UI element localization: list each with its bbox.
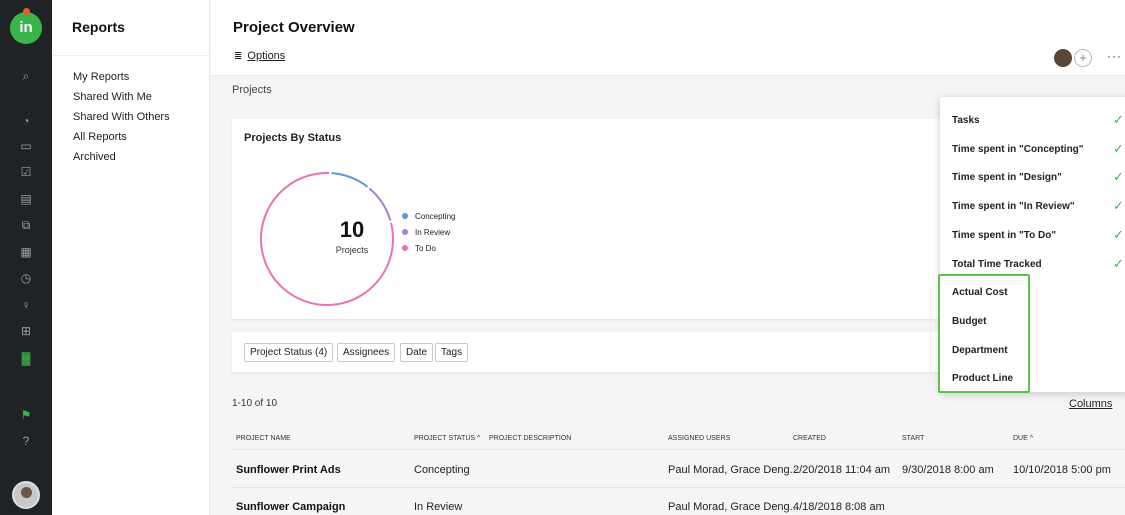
donut-label: Projects [335,245,369,255]
cell-start: 9/30/2018 8:00 am [902,464,994,476]
sidebar-item-my-reports[interactable]: My Reports [73,70,170,85]
donut-slice-concepting[interactable] [331,172,369,188]
tasks-icon[interactable]: ☑ [0,161,52,183]
col-header-project-status[interactable]: Project Status ^ [414,435,480,442]
divider [52,55,210,56]
page-title: Project Overview [233,19,355,36]
logo-dot [23,8,30,15]
donut-total: 10 [339,217,365,242]
owner-avatar[interactable] [1054,49,1072,67]
check-icon: ✓ [1113,169,1124,185]
cell-project-status: In Review [414,501,463,513]
folder-icon[interactable]: ▭ [0,135,52,157]
chart-card: Projects By Status 10 Projects Conceptin… [232,119,952,319]
users-icon[interactable]: ♀ [0,294,52,316]
options-button[interactable]: ≣ Options [234,50,285,62]
column-option[interactable]: Time spent in "Design" [952,172,1062,183]
check-icon: ✓ [1113,226,1124,242]
options-label: Options [247,50,286,62]
reports-icon[interactable]: ▓ [0,347,52,369]
more-menu-button[interactable]: ··· [1107,49,1122,63]
column-option[interactable]: Tasks [952,115,980,126]
sidebar-item-archived[interactable]: Archived [73,150,170,165]
divider [232,449,1125,450]
col-header-created[interactable]: Created [793,435,826,442]
chart-title: Projects By Status [244,132,342,144]
page-header: Project Overview ≣ Options + ··· [211,0,1125,76]
dashboard-icon[interactable]: ◔ [0,110,52,132]
col-header-project-name[interactable]: Project Name [236,435,291,442]
inbox-icon[interactable]: ▤ [0,188,52,210]
check-icon: ✓ [1113,140,1124,156]
sidebar-item-shared-with-others[interactable]: Shared With Others [73,110,170,125]
cell-assigned-users: Paul Morad, Grace Deng... [668,501,799,513]
app-logo[interactable]: in [10,8,42,44]
cell-created: 4/18/2018 8:08 am [793,501,885,513]
filter-project-status[interactable]: Project Status (4) [244,343,334,362]
legend-dot [402,245,408,251]
columns-button[interactable]: Columns [1069,398,1112,410]
cell-assigned-users: Paul Morad, Grace Deng... [668,464,799,476]
logo-text: in [19,19,33,36]
legend-dot [402,213,408,219]
breadcrumb[interactable]: Projects [232,84,272,96]
legend-dot [402,229,408,235]
legend-item: Concepting [402,212,455,228]
column-option[interactable]: Time spent in "To Do" [952,230,1056,241]
proofing-icon[interactable]: ⧉ [0,214,52,236]
column-option[interactable]: Time spent in "Concepting" [952,144,1084,155]
sliders-icon: ≣ [234,51,243,62]
cell-created: 2/20/2018 11:04 am [793,464,891,476]
add-user-button[interactable]: + [1074,49,1092,67]
donut-slice-in-review[interactable] [368,187,392,221]
check-icon: ✓ [1113,112,1124,127]
reports-sidebar: Reports My Reports Shared With Me Shared… [52,0,210,515]
search-icon[interactable]: ⌕ [0,65,52,87]
filter-tags[interactable]: Tags [435,343,469,362]
legend-item: In Review [402,228,455,244]
portfolio-icon[interactable]: ⊞ [0,320,52,342]
column-option[interactable]: Time spent in "In Review" [952,201,1075,212]
col-header-project-description[interactable]: Project Description [489,435,571,442]
cell-due: 10/10/2018 5:00 pm [1013,464,1111,476]
cell-project-status: Concepting [414,464,470,476]
divider [232,487,1125,488]
nav-rail: in ⌕ ◔ ▭ ☑ ▤ ⧉ ▦ ◷ ♀ ⊞ ▓ ⚑ ? [0,0,52,515]
sidebar-title: Reports [72,19,125,35]
chart-legend: Concepting In Review To Do [402,212,455,260]
col-header-assigned-users[interactable]: Assigned Users [668,435,730,442]
highlight-box [938,274,1030,393]
col-header-start[interactable]: Start [902,435,924,442]
column-option[interactable]: Total Time Tracked [952,259,1042,270]
filter-bar: Project Status (4) Assignees Date Tags [232,332,952,372]
cell-project-name[interactable]: Sunflower Campaign [236,501,345,513]
results-count: 1-10 of 10 [232,398,278,409]
sidebar-item-shared-with-me[interactable]: Shared With Me [73,90,170,105]
legend-label: To Do [415,244,436,253]
legend-label: Concepting [415,212,456,221]
check-icon: ✓ [1113,198,1124,214]
filter-assignees[interactable]: Assignees [337,343,396,362]
cell-project-name[interactable]: Sunflower Print Ads [236,464,341,476]
alert-icon[interactable]: ⚑ [0,404,52,426]
col-header-due[interactable]: Due ^ [1013,435,1033,442]
check-icon: ✓ [1113,255,1124,271]
legend-label: In Review [415,228,451,237]
sidebar-item-all-reports[interactable]: All Reports [73,130,170,145]
time-icon[interactable]: ◷ [0,267,52,289]
help-icon[interactable]: ? [0,430,52,452]
user-avatar[interactable] [12,481,40,509]
sidebar-list: My Reports Shared With Me Shared With Ot… [73,70,170,170]
legend-item: To Do [402,244,455,260]
filter-date[interactable]: Date [400,343,434,362]
calendar-icon[interactable]: ▦ [0,241,52,263]
